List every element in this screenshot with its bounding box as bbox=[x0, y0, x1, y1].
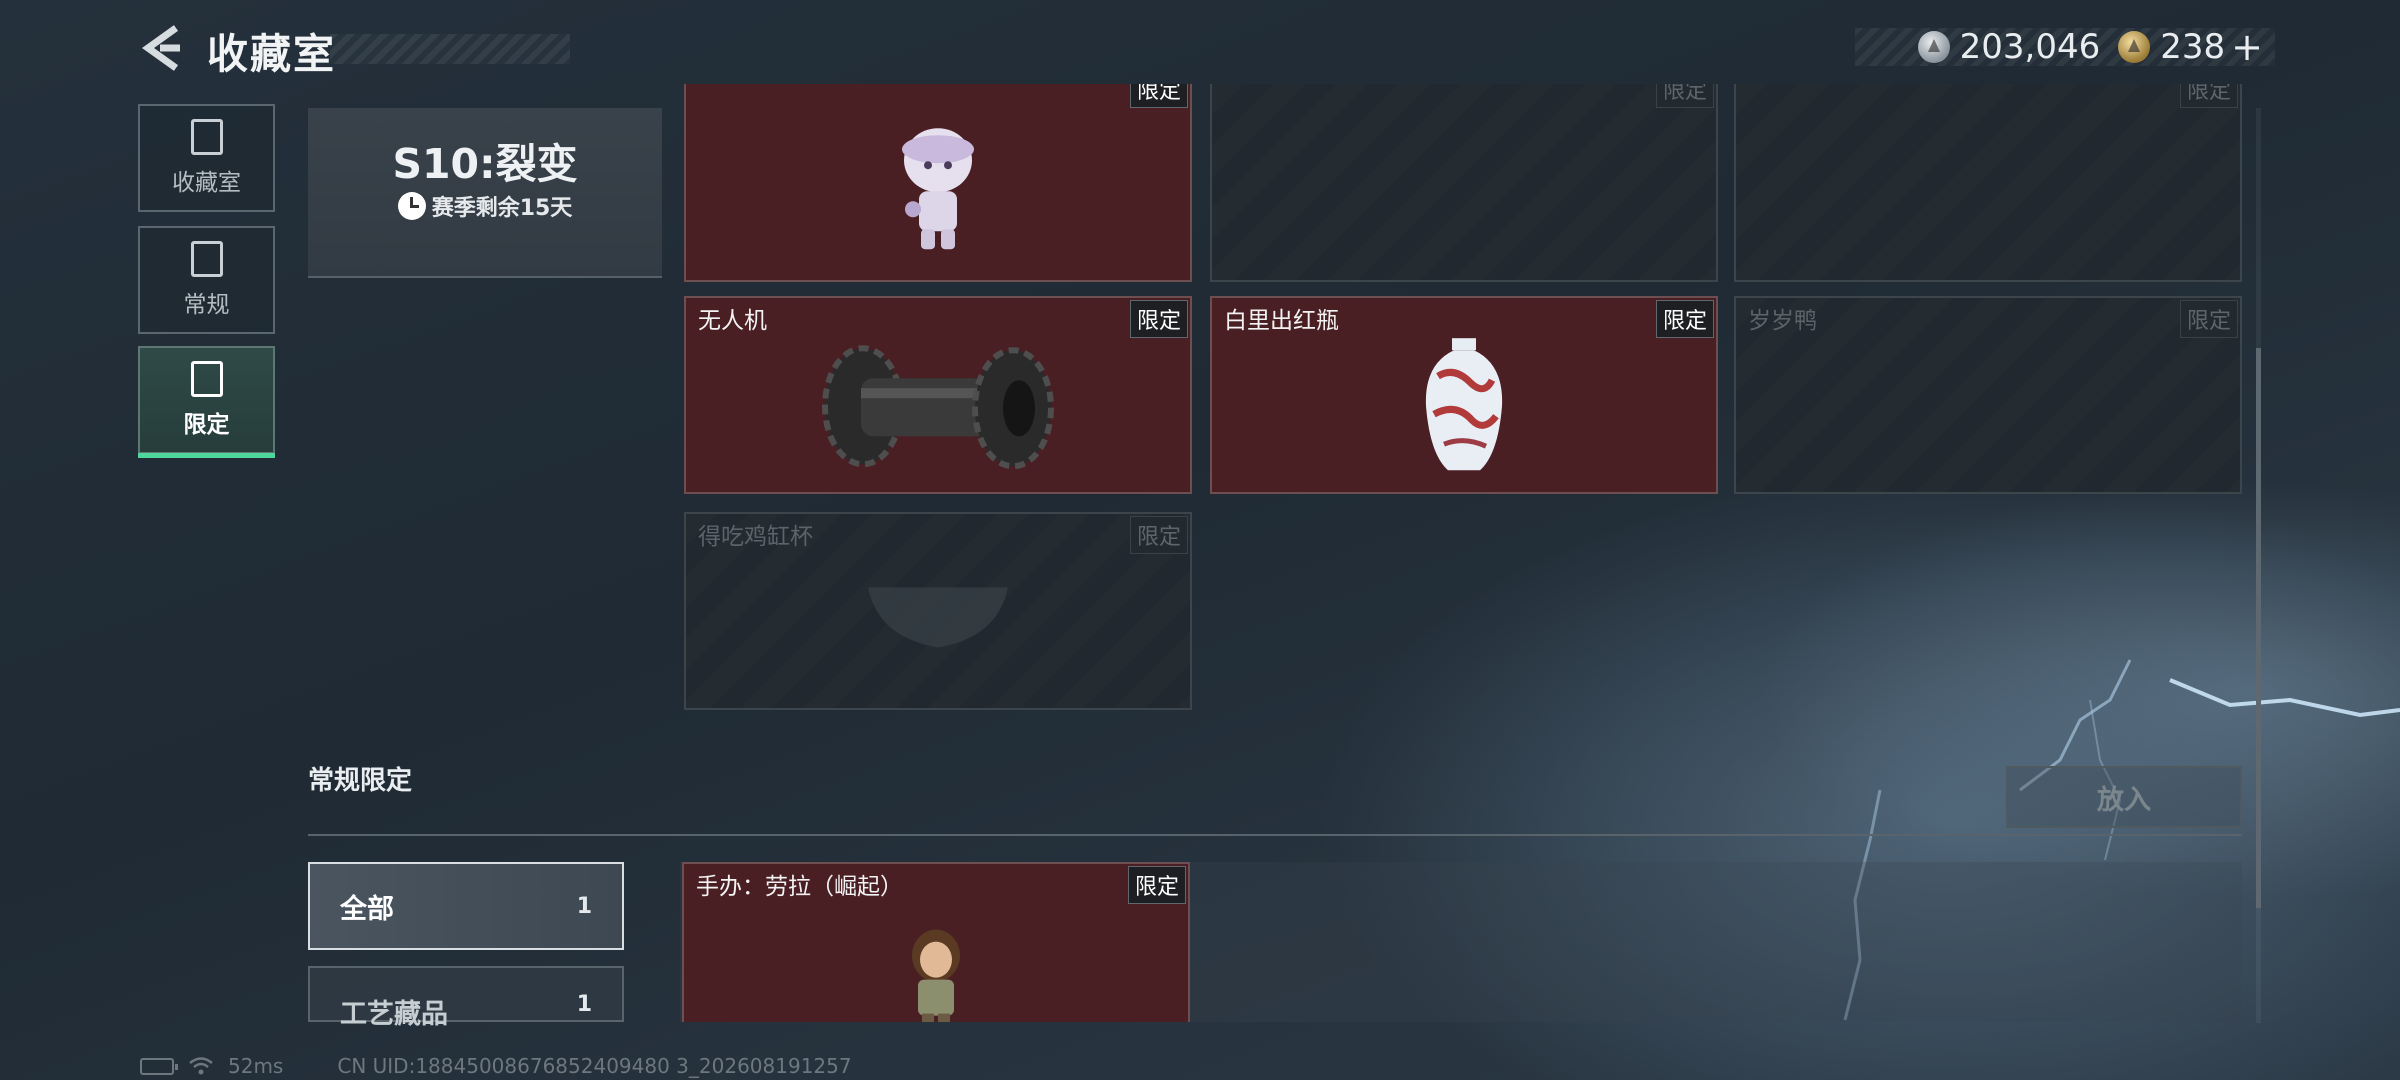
nav-item-label: 限定 bbox=[183, 412, 230, 438]
gold-currency[interactable]: 238 + bbox=[2118, 25, 2263, 69]
section-title: 常规限定 bbox=[308, 766, 413, 796]
nav-item-label: 常规 bbox=[183, 292, 230, 318]
season-remaining: 赛季剩余15天 bbox=[308, 190, 662, 222]
limited-tag: 限定 bbox=[1129, 84, 1188, 108]
currency-bar: 203,046 238 + bbox=[1855, 25, 2275, 69]
collection-card[interactable]: 限定 bbox=[1734, 84, 2242, 282]
silver-currency: 203,046 bbox=[1917, 27, 2101, 67]
title-decoration bbox=[330, 34, 570, 64]
collection-card[interactable]: 岁岁鸭 限定 bbox=[1734, 296, 2242, 494]
vault-icon bbox=[190, 119, 223, 155]
collection-card[interactable]: 限定 bbox=[684, 84, 1192, 282]
collection-card[interactable]: 手办：劳拉（崛起） 限定 bbox=[682, 862, 1190, 1022]
back-button[interactable] bbox=[138, 24, 182, 72]
filter-all[interactable]: 全部 1 bbox=[308, 862, 624, 950]
bowl-icon bbox=[868, 587, 1008, 648]
item-name: 白里出红瓶 bbox=[1224, 308, 1339, 334]
gold-coin-icon bbox=[2118, 31, 2151, 63]
limited-tag: 限定 bbox=[1655, 300, 1714, 338]
silver-coin-icon bbox=[1917, 31, 1950, 63]
limited-tag: 限定 bbox=[2179, 300, 2238, 338]
clock-icon bbox=[397, 192, 426, 220]
put-in-button[interactable]: 放入 bbox=[2006, 766, 2242, 828]
nav-item-vault[interactable]: 收藏室 bbox=[138, 104, 275, 212]
filter-count: 1 bbox=[576, 893, 592, 919]
item-name: 岁岁鸭 bbox=[1748, 308, 1817, 334]
collection-card[interactable]: 限定 bbox=[1210, 84, 1718, 282]
item-name: 手办：劳拉（崛起） bbox=[696, 874, 903, 900]
scrollbar-thumb[interactable] bbox=[2256, 348, 2261, 908]
season-title: S10:裂变 bbox=[392, 140, 578, 188]
limited-icon bbox=[190, 361, 223, 397]
wifi-icon bbox=[189, 1057, 213, 1075]
drone-icon bbox=[822, 345, 1054, 470]
item-name: 得吃鸡缸杯 bbox=[698, 524, 813, 550]
nav-item-limited[interactable]: 限定 bbox=[138, 346, 275, 458]
nav-item-label: 收藏室 bbox=[172, 170, 241, 196]
filter-label: 全部 bbox=[340, 893, 394, 925]
limited-tag: 限定 bbox=[1127, 866, 1186, 904]
filter-label: 工艺藏品 bbox=[340, 999, 448, 1030]
season-remaining-text: 赛季剩余15天 bbox=[431, 196, 573, 221]
scrollbar[interactable] bbox=[2256, 108, 2261, 1023]
silver-amount: 203,046 bbox=[1959, 27, 2101, 67]
filter-craft[interactable]: 工艺藏品 1 bbox=[308, 966, 624, 1030]
filter-count: 1 bbox=[576, 992, 592, 1017]
collection-card[interactable]: 得吃鸡缸杯 限定 bbox=[684, 512, 1192, 710]
page-title: 收藏室 bbox=[207, 30, 336, 78]
doll-figure-icon bbox=[902, 128, 974, 250]
regular-icon bbox=[190, 241, 223, 277]
ping-text: 52ms bbox=[228, 1054, 284, 1078]
collection-card[interactable]: 无人机 限定 bbox=[684, 296, 1192, 494]
collection-card[interactable]: 白里出红瓶 限定 bbox=[1210, 296, 1718, 494]
season-panel: S10:裂变 赛季剩余15天 bbox=[308, 108, 662, 278]
figurine-icon bbox=[912, 929, 960, 1022]
section-divider bbox=[308, 834, 2242, 836]
item-name: 无人机 bbox=[698, 308, 767, 334]
status-bar: 52ms CN UID:18845008676852409480 3_20260… bbox=[140, 1052, 852, 1080]
limited-tag: 限定 bbox=[2179, 84, 2238, 108]
limited-tag: 限定 bbox=[1129, 300, 1188, 338]
back-arrow-icon bbox=[141, 25, 180, 71]
add-currency-icon[interactable]: + bbox=[2231, 25, 2263, 69]
gold-amount: 238 bbox=[2160, 27, 2226, 67]
vase-icon bbox=[1425, 338, 1503, 471]
limited-tag: 限定 bbox=[1129, 516, 1188, 554]
nav-item-regular[interactable]: 常规 bbox=[138, 226, 275, 334]
uid-text: CN UID:18845008676852409480 3_2026081912… bbox=[337, 1054, 852, 1078]
battery-icon bbox=[140, 1057, 178, 1075]
limited-tag: 限定 bbox=[1655, 84, 1714, 108]
